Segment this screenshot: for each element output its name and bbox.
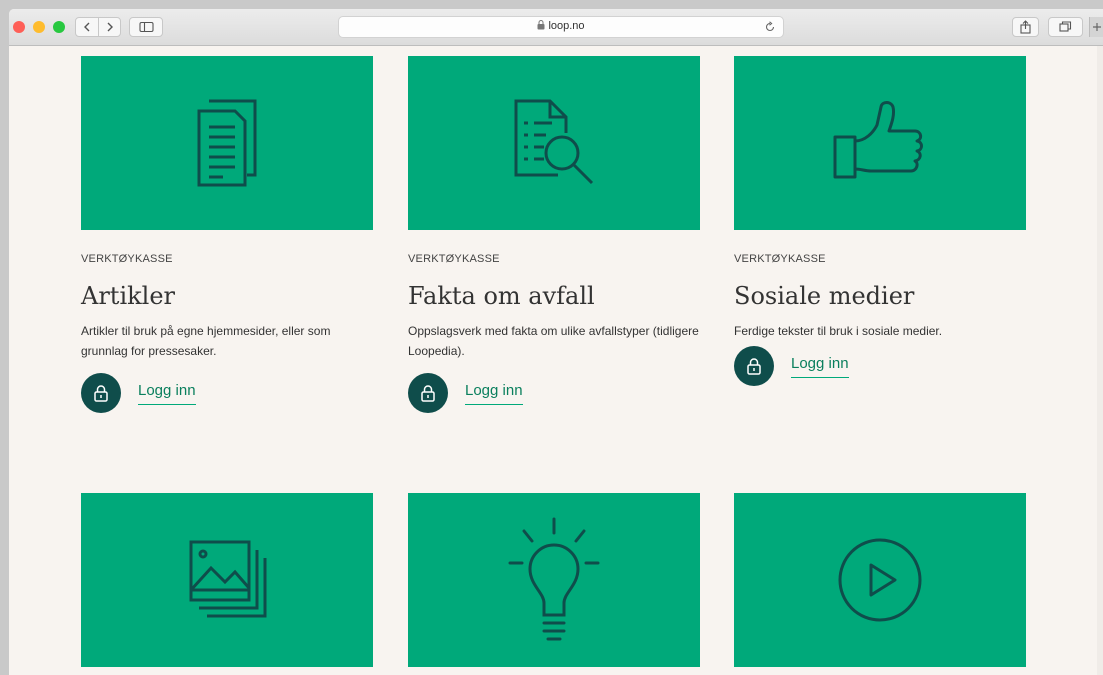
- card-ideas: [408, 493, 700, 667]
- url-text: loop.no: [548, 20, 585, 32]
- lock-button[interactable]: [408, 373, 448, 413]
- forward-icon: [107, 22, 113, 32]
- back-icon: [84, 22, 90, 32]
- back-button[interactable]: [76, 18, 99, 36]
- zoom-window-button[interactable]: [53, 21, 65, 33]
- login-link[interactable]: Logg inn: [408, 373, 700, 413]
- card-sosiale-medier: VERKTØYKASSE Sosiale medier Ferdige teks…: [734, 56, 1026, 386]
- document-search-icon: [514, 99, 594, 185]
- sidebar-icon: [139, 21, 154, 33]
- tabs-icon: [1059, 21, 1072, 32]
- lock-icon: [94, 385, 108, 402]
- card-fakta-om-avfall: VERKTØYKASSE Fakta om avfall Oppslagsver…: [408, 56, 700, 413]
- address-text-wrap: loop.no: [339, 20, 783, 32]
- minimize-window-button[interactable]: [33, 21, 45, 33]
- card-image[interactable]: [81, 493, 373, 667]
- documents-icon: [197, 99, 257, 187]
- share-button[interactable]: [1012, 17, 1039, 37]
- card-title[interactable]: Fakta om avfall: [408, 281, 700, 311]
- lock-button[interactable]: [81, 373, 121, 413]
- card-description: Oppslagsverk med fakta om ulike avfallst…: [408, 324, 699, 358]
- card-image[interactable]: [81, 56, 373, 230]
- lock-icon: [537, 20, 545, 30]
- card-image[interactable]: [408, 56, 700, 230]
- login-link[interactable]: Logg inn: [81, 373, 373, 413]
- card-description: Artikler til bruk på egne hjemmesider, e…: [81, 324, 331, 358]
- new-tab-button[interactable]: [1089, 17, 1103, 37]
- plus-icon: [1093, 23, 1101, 31]
- reload-icon[interactable]: [763, 20, 777, 34]
- card-category: VERKTØYKASSE: [734, 253, 826, 265]
- login-label[interactable]: Logg inn: [465, 382, 523, 405]
- forward-button[interactable]: [99, 18, 121, 36]
- card-image[interactable]: [734, 56, 1026, 230]
- images-icon: [189, 540, 267, 618]
- page-content: VERKTØYKASSE Artikler Artikler til bruk …: [9, 46, 1103, 675]
- card-image[interactable]: [408, 493, 700, 667]
- history-nav: [75, 17, 121, 37]
- thumbs-up-icon: [833, 101, 923, 179]
- lock-button[interactable]: [734, 346, 774, 386]
- lightbulb-icon: [508, 517, 600, 641]
- scrollbar-track[interactable]: [1097, 46, 1103, 675]
- card-images: [81, 493, 373, 667]
- card-description: Ferdige tekster til bruk i sosiale medie…: [734, 324, 943, 338]
- card-video: [734, 493, 1026, 667]
- share-icon: [1020, 20, 1031, 34]
- close-window-button[interactable]: [13, 21, 25, 33]
- card-title[interactable]: Sosiale medier: [734, 281, 1026, 311]
- play-icon: [838, 538, 922, 622]
- sidebar-button[interactable]: [129, 17, 163, 37]
- lock-icon: [747, 358, 761, 375]
- card-title[interactable]: Artikler: [81, 281, 373, 311]
- address-bar[interactable]: loop.no: [338, 16, 784, 38]
- login-label[interactable]: Logg inn: [138, 382, 196, 405]
- card-category: VERKTØYKASSE: [81, 253, 173, 265]
- browser-window: loop.no VERKTØYKASSE Artikler Artikler t…: [9, 9, 1103, 675]
- card-category: VERKTØYKASSE: [408, 253, 500, 265]
- login-link[interactable]: Logg inn: [734, 346, 1026, 386]
- login-label[interactable]: Logg inn: [791, 355, 849, 378]
- card-image[interactable]: [734, 493, 1026, 667]
- browser-toolbar: loop.no: [9, 9, 1103, 46]
- tabs-button[interactable]: [1048, 17, 1083, 37]
- lock-icon: [421, 385, 435, 402]
- card-artikler: VERKTØYKASSE Artikler Artikler til bruk …: [81, 56, 373, 413]
